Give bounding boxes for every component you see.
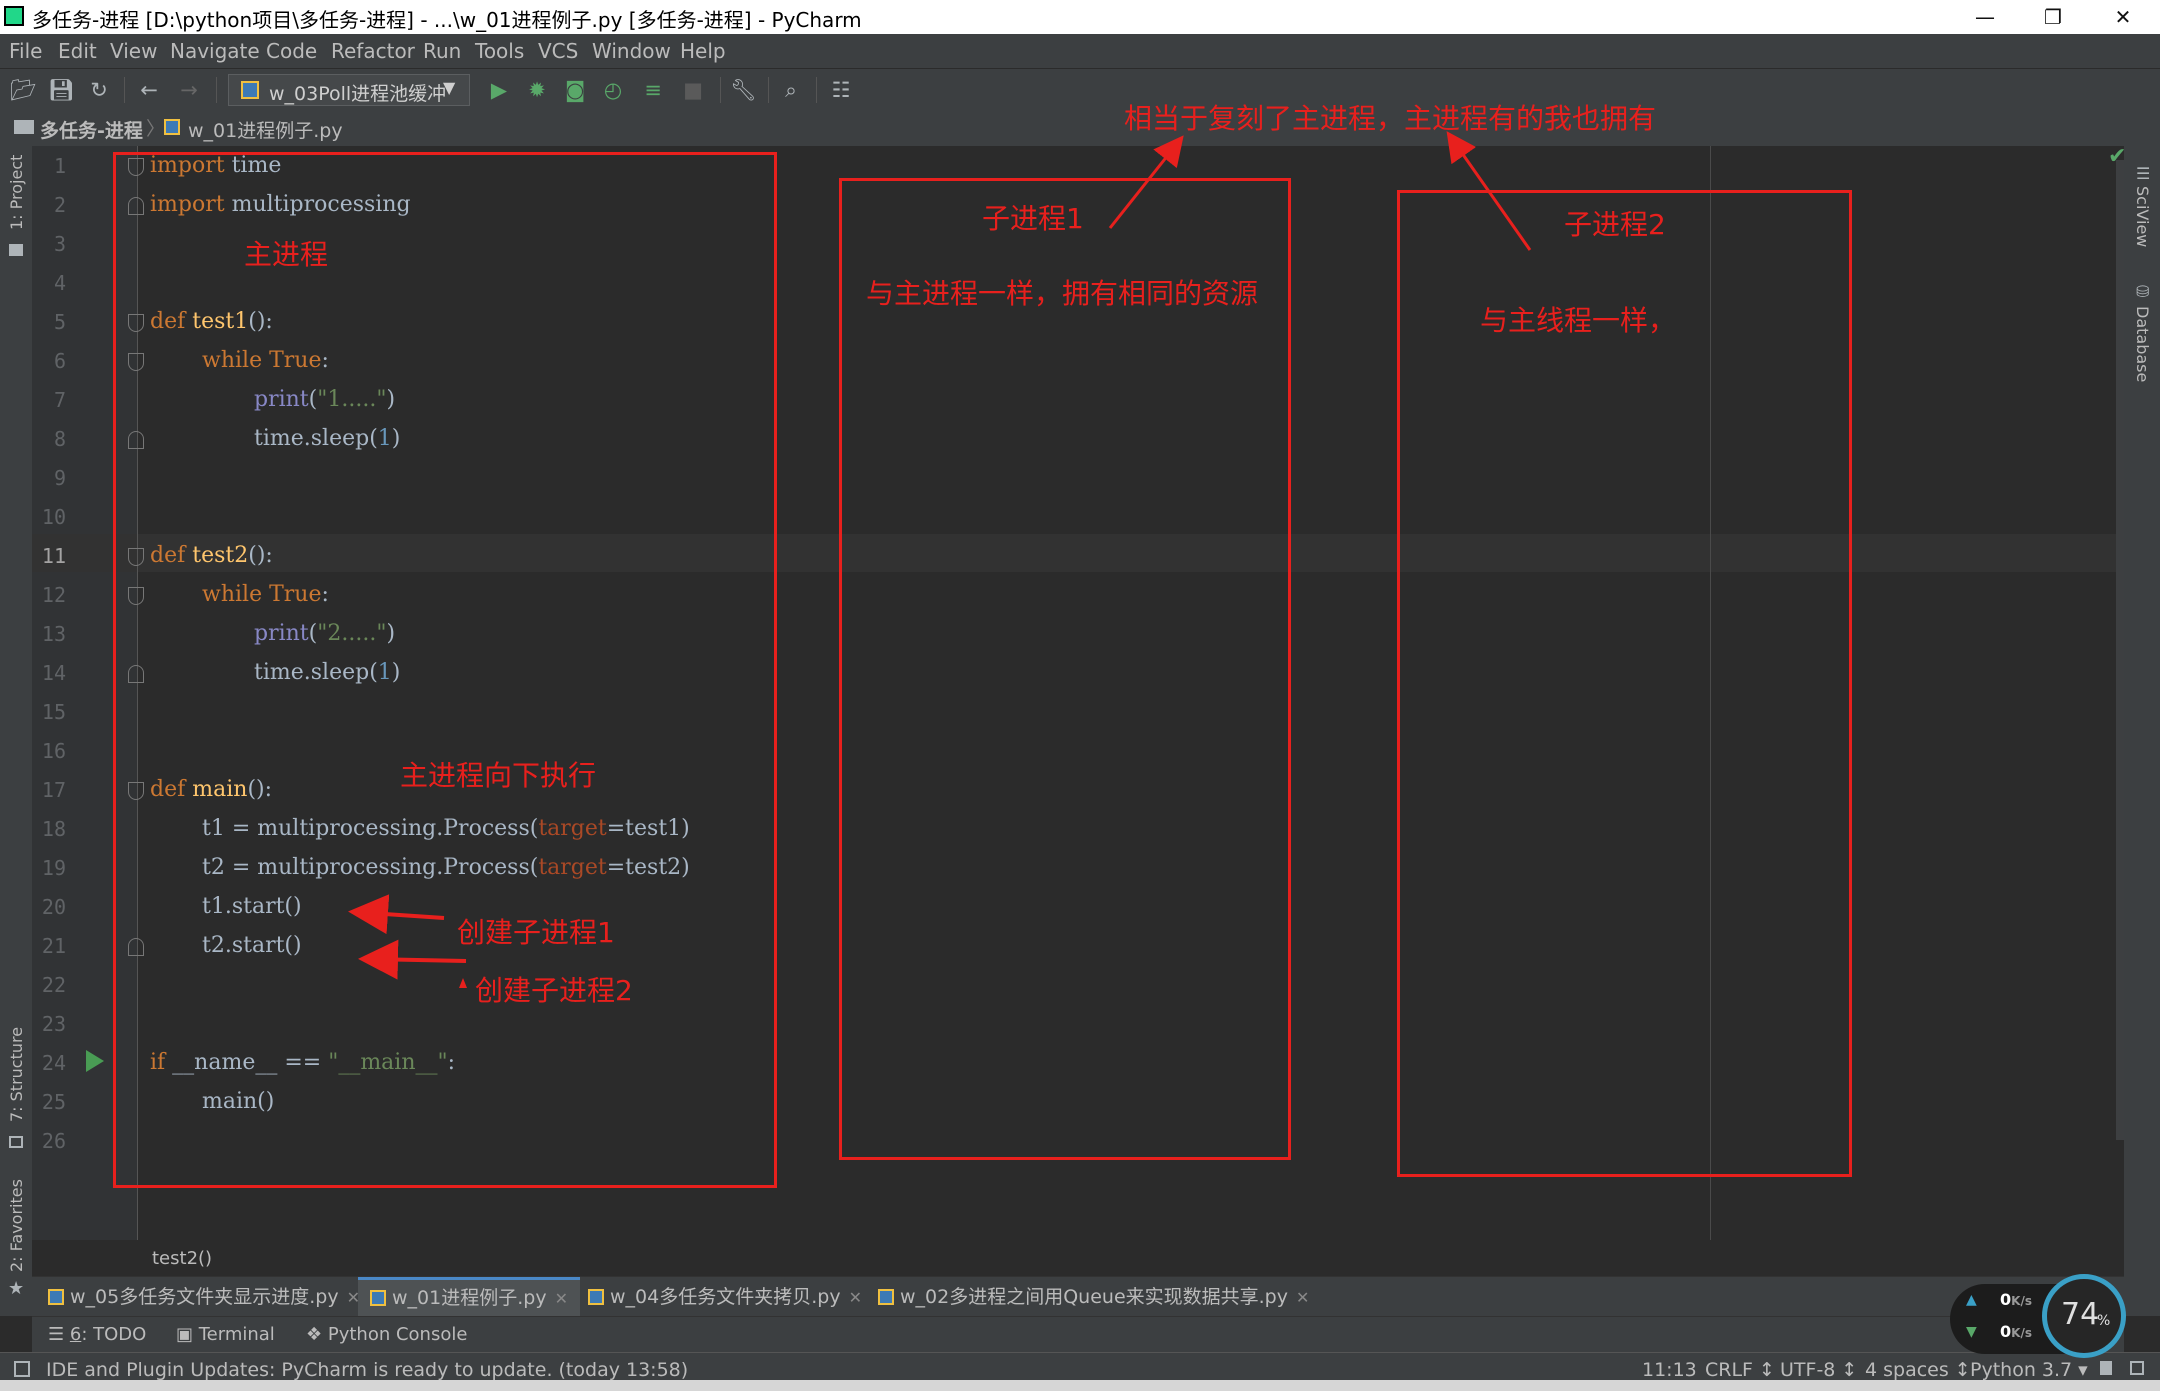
code-structure-crumb: test2() — [138, 1240, 2124, 1276]
tab-label: w_04多任务文件夹拷贝.py — [610, 1286, 841, 1308]
upload-unit: K/s — [2011, 1294, 2032, 1308]
python-file-icon — [48, 1289, 64, 1305]
updown-icon: ↕ — [1752, 1359, 1775, 1381]
crumb-function[interactable]: test2() — [152, 1248, 212, 1269]
editor-tabs: w_05多任务文件夹显示进度.py ✕ w_01进程例子.py ✕ w_04多任务文… — [32, 1276, 2124, 1317]
updown-icon: ↕ — [1835, 1359, 1858, 1381]
terminal-icon: ▣ — [176, 1324, 199, 1345]
todo-tool-button[interactable]: ☰ 6: TODO — [48, 1324, 146, 1345]
tab-label: w_02多进程之间用Queue来实现数据共享.py — [900, 1286, 1288, 1308]
indent-setting[interactable]: 4 spaces ↕ — [1865, 1359, 1971, 1381]
updown-icon: ↕ — [1948, 1359, 1971, 1381]
line-separator[interactable]: CRLF ↕ — [1705, 1359, 1775, 1381]
arrow-child2-to-note — [1446, 131, 1532, 251]
gauge-percent: 74 — [2061, 1297, 2100, 1332]
download-speed: 0K/s — [2000, 1322, 2032, 1341]
tab-label: w_01进程例子.py — [392, 1287, 547, 1309]
arrow-child1-to-note — [1108, 135, 1184, 229]
close-tab-icon[interactable]: ✕ — [555, 1289, 568, 1308]
python-file-icon — [370, 1290, 386, 1306]
taskbar-edge — [0, 1380, 2160, 1391]
close-tab-icon[interactable]: ✕ — [1296, 1288, 1309, 1307]
todo-label: : TODO — [81, 1324, 147, 1345]
caret-position[interactable]: 11:13 — [1642, 1359, 1697, 1381]
gauge-percent-sign: % — [2097, 1313, 2111, 1329]
upload-arrow-icon: ▲ — [1966, 1292, 1977, 1308]
upload-speed: 0K/s — [2000, 1290, 2032, 1309]
tab-file-active[interactable]: w_01进程例子.py ✕ — [358, 1277, 580, 1317]
download-unit: K/s — [2011, 1326, 2032, 1340]
close-tab-icon[interactable]: ✕ — [849, 1288, 862, 1307]
indent-label: 4 spaces — [1865, 1359, 1949, 1381]
tab-file[interactable]: w_02多进程之间用Queue来实现数据共享.py ✕ — [878, 1277, 1309, 1317]
lock-icon[interactable] — [2100, 1361, 2112, 1375]
python-console-icon: ❖ — [306, 1324, 328, 1345]
python-file-icon — [588, 1289, 604, 1305]
python-interpreter[interactable]: Python 3.7 ▾ — [1970, 1359, 2088, 1381]
chevron-down-icon: ▾ — [2072, 1359, 2088, 1381]
status-message[interactable]: IDE and Plugin Updates: PyCharm is ready… — [46, 1359, 688, 1381]
annotation-arrows — [348, 131, 1532, 988]
download-value: 0 — [2000, 1322, 2012, 1341]
line-separator-label: CRLF — [1705, 1359, 1753, 1381]
arrow-create2 — [358, 939, 467, 980]
terminal-tool-button[interactable]: ▣ Terminal — [176, 1324, 275, 1345]
python-file-icon — [878, 1289, 894, 1305]
python-console-label: Python Console — [327, 1324, 468, 1345]
interpreter-label: Python 3.7 — [1970, 1359, 2073, 1381]
python-console-tool-button[interactable]: ❖ Python Console — [306, 1324, 467, 1345]
tab-file[interactable]: w_04多任务文件夹拷贝.py ✕ — [588, 1277, 862, 1317]
tool-window-bar: ☰ 6: TODO ▣ Terminal ❖ Python Console — [32, 1316, 2124, 1353]
todo-number: 6 — [69, 1324, 82, 1345]
upload-value: 0 — [2000, 1290, 2012, 1309]
list-icon: ☰ — [48, 1324, 70, 1345]
download-arrow-icon: ▼ — [1966, 1324, 1977, 1340]
arrow-create2-tip — [459, 978, 467, 988]
tab-label: w_05多任务文件夹显示进度.py — [70, 1286, 339, 1308]
terminal-label: Terminal — [198, 1324, 275, 1345]
arrow-create1 — [348, 894, 445, 935]
event-log-icon[interactable] — [2130, 1361, 2144, 1375]
encoding-label: UTF-8 — [1780, 1359, 1836, 1381]
file-encoding[interactable]: UTF-8 ↕ — [1780, 1359, 1857, 1381]
toggle-tool-windows-icon[interactable] — [14, 1361, 30, 1377]
memory-gauge: 74 % — [2042, 1274, 2126, 1358]
tab-file[interactable]: w_05多任务文件夹显示进度.py ✕ — [48, 1277, 360, 1317]
